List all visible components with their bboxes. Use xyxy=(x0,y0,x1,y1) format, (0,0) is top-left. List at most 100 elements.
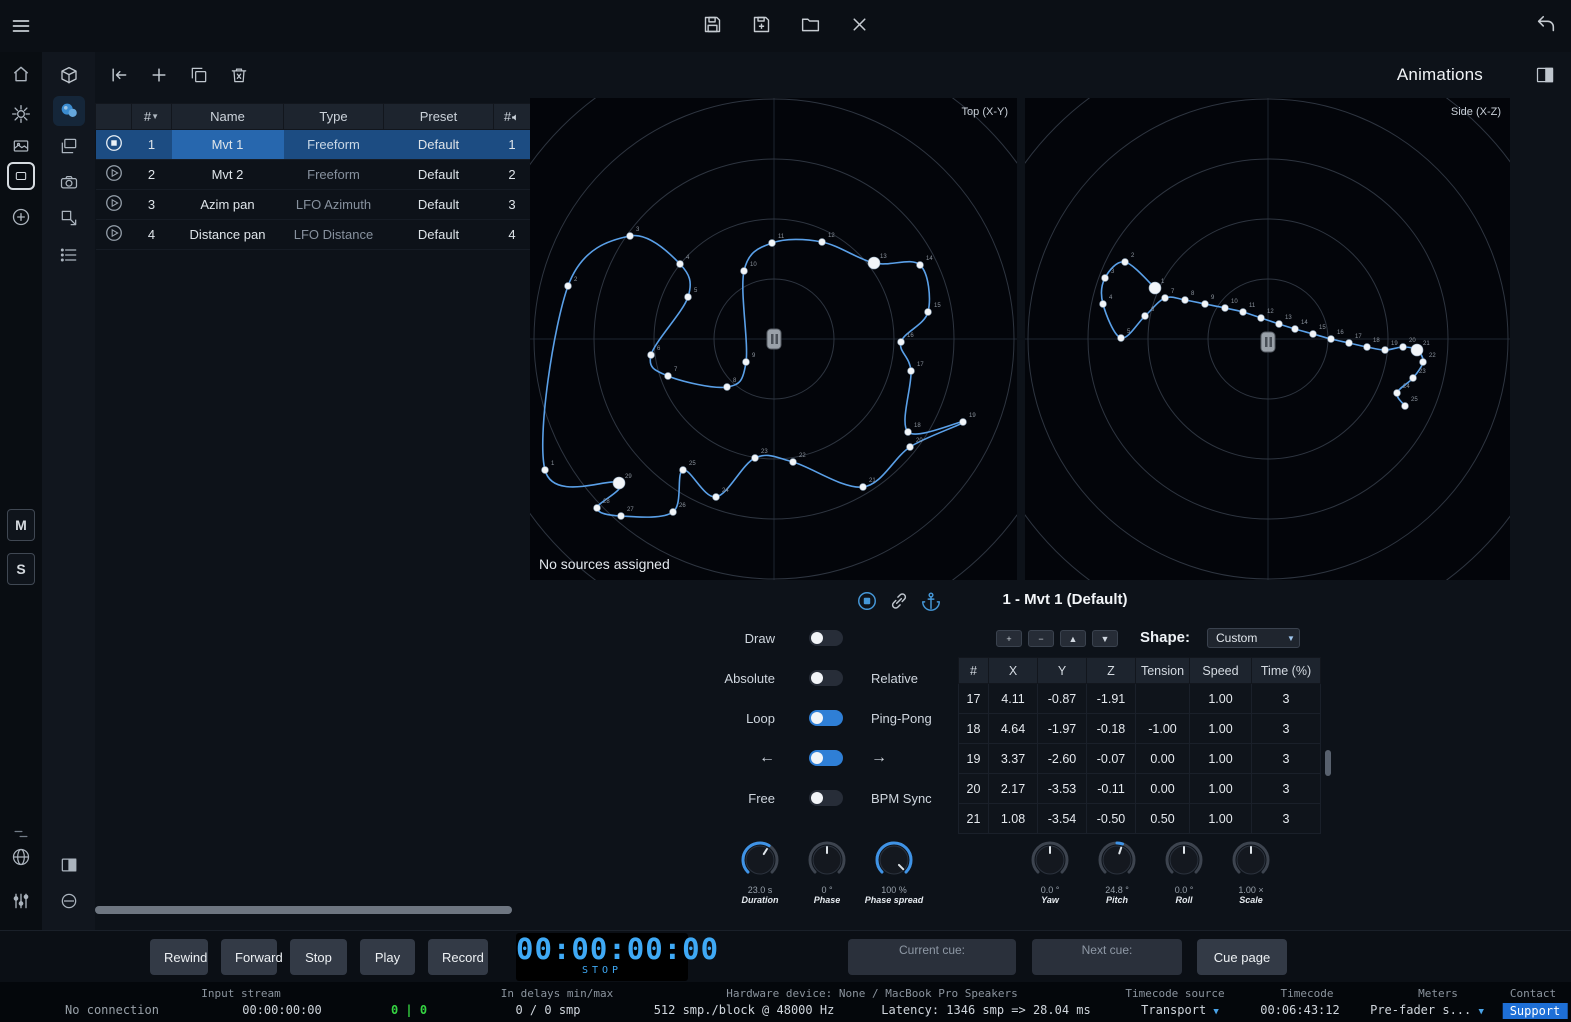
collapse-left-icon[interactable] xyxy=(109,65,129,85)
yaw-knob[interactable]: 0.0 ° Yaw xyxy=(1020,838,1080,905)
remove-point-button[interactable]: − xyxy=(1028,630,1054,647)
absolute-relative-toggle[interactable] xyxy=(809,670,843,686)
svg-text:29: 29 xyxy=(625,474,632,480)
side-view-canvas[interactable]: 1234567891011121314151617181920212223242… xyxy=(1025,98,1510,580)
row-play-button[interactable] xyxy=(104,231,124,246)
type-header[interactable]: Type xyxy=(284,104,384,130)
row-play-button[interactable] xyxy=(104,201,124,216)
svg-text:13: 13 xyxy=(880,254,887,260)
name-header[interactable]: Name xyxy=(172,104,284,130)
horizontal-scrollbar[interactable] xyxy=(95,906,512,914)
spatial-views: 1234567891011121314151617181920212223242… xyxy=(530,98,1571,580)
animation-row[interactable]: 4 Distance pan LFO Distance Default 4 xyxy=(96,220,531,250)
anchor-icon[interactable] xyxy=(920,590,942,612)
save-icon[interactable] xyxy=(702,14,723,35)
point-row[interactable]: 174.11-0.87-1.911.003 xyxy=(959,684,1321,714)
photos-icon[interactable] xyxy=(11,136,31,156)
solo-button[interactable]: S xyxy=(7,553,35,585)
output-header[interactable]: # xyxy=(494,104,531,130)
content-header: Animations xyxy=(95,52,1571,98)
svg-text:19: 19 xyxy=(969,413,976,419)
camera-icon[interactable] xyxy=(59,172,79,192)
free-bpmsync-toggle[interactable] xyxy=(809,790,843,806)
record-button[interactable]: Record xyxy=(428,939,488,975)
export-icon[interactable] xyxy=(59,208,79,228)
row-play-button[interactable] xyxy=(104,141,124,156)
cue-page-button[interactable]: Cue page xyxy=(1197,939,1287,975)
panel-split-icon[interactable] xyxy=(59,855,79,875)
center-handle[interactable] xyxy=(1261,332,1275,352)
svg-text:10: 10 xyxy=(750,262,757,268)
add-point-button[interactable]: + xyxy=(996,630,1022,647)
phase-spread-knob[interactable]: 100 % Phase spread xyxy=(864,838,924,905)
point-row[interactable]: 184.64-1.97-0.18-1.001.003 xyxy=(959,714,1321,744)
center-handle[interactable] xyxy=(767,329,781,349)
duplicate-icon[interactable] xyxy=(189,65,209,85)
side-view[interactable]: 1234567891011121314151617181920212223242… xyxy=(1025,98,1510,580)
draw-toggle[interactable] xyxy=(809,630,843,646)
points-scrollbar[interactable] xyxy=(1325,750,1331,776)
move-up-button[interactable]: ▲ xyxy=(1060,630,1086,647)
row-play-button[interactable] xyxy=(104,171,124,186)
list-icon[interactable] xyxy=(59,245,79,265)
pitch-knob[interactable]: 24.8 ° Pitch xyxy=(1087,838,1147,905)
loop-pingpong-toggle[interactable] xyxy=(809,710,843,726)
display-page-icon[interactable] xyxy=(7,162,35,190)
mute-button[interactable]: M xyxy=(7,509,35,541)
roll-knob[interactable]: 0.0 ° Roll xyxy=(1154,838,1214,905)
overflow-icon[interactable] xyxy=(11,828,31,840)
next-cue-field[interactable]: Next cue: xyxy=(1032,939,1182,975)
sort-desc-icon: ▼ xyxy=(151,112,159,121)
timecode-source-select[interactable]: Transport ▼ xyxy=(1141,1003,1219,1017)
svg-text:11: 11 xyxy=(1249,303,1256,309)
layers-icon[interactable] xyxy=(59,136,79,156)
animations-spheres-icon[interactable] xyxy=(53,96,85,126)
forward-button[interactable]: Forward xyxy=(221,939,277,975)
stop-button[interactable]: Stop xyxy=(290,939,347,975)
svg-text:14: 14 xyxy=(1301,320,1308,326)
animation-row[interactable]: 1 Mvt 1 Freeform Default 1 xyxy=(96,130,531,160)
play-button[interactable]: Play xyxy=(360,939,415,975)
animation-row[interactable]: 2 Mvt 2 Freeform Default 2 xyxy=(96,160,531,190)
move-down-button[interactable]: ▼ xyxy=(1092,630,1118,647)
stop-circle-icon[interactable] xyxy=(856,590,878,612)
rewind-button[interactable]: Rewind xyxy=(150,939,208,975)
mixer-icon[interactable] xyxy=(11,891,31,911)
drawer-icon[interactable] xyxy=(59,891,79,911)
direction-toggle[interactable] xyxy=(809,750,843,766)
svg-text:27: 27 xyxy=(627,507,634,513)
add-circle-icon[interactable] xyxy=(11,207,31,227)
delete-icon[interactable] xyxy=(229,65,249,85)
svg-text:17: 17 xyxy=(917,362,924,368)
scrollbar-thumb[interactable] xyxy=(95,906,512,914)
svg-text:5: 5 xyxy=(694,288,698,294)
undo-icon[interactable] xyxy=(1535,14,1557,36)
home-icon[interactable] xyxy=(11,64,31,84)
animation-row[interactable]: 3 Azim pan LFO Azimuth Default 3 xyxy=(96,190,531,220)
animations-list-panel: #▼ Name Type Preset # 1 Mvt 1 Freeform D… xyxy=(95,98,530,930)
add-animation-icon[interactable] xyxy=(149,65,169,85)
shape-dropdown[interactable]: Custom ▼ xyxy=(1207,628,1300,648)
close-icon[interactable] xyxy=(849,14,870,35)
point-row[interactable]: 202.17-3.53-0.110.001.003 xyxy=(959,774,1321,804)
open-folder-icon[interactable] xyxy=(800,14,821,35)
panel-toggle-icon[interactable] xyxy=(1535,65,1555,85)
top-view-canvas[interactable]: 1234567891011121314151617181920212223242… xyxy=(530,98,1017,580)
duration-knob[interactable]: 23.0 s Duration xyxy=(730,838,790,905)
phase-knob[interactable]: 0 ° Phase xyxy=(797,838,857,905)
meters-select[interactable]: Pre-fader s... ▼ xyxy=(1370,1003,1484,1017)
cube-icon[interactable] xyxy=(58,65,79,86)
point-row[interactable]: 193.37-2.60-0.070.001.003 xyxy=(959,744,1321,774)
current-cue-field[interactable]: Current cue: xyxy=(848,939,1016,975)
globe-icon[interactable] xyxy=(11,847,31,867)
save-as-icon[interactable] xyxy=(751,14,772,35)
scale-knob[interactable]: 1.00 × Scale xyxy=(1221,838,1281,905)
preset-header[interactable]: Preset xyxy=(384,104,494,130)
app-window: M S xyxy=(0,0,1571,1022)
settings-gear-icon[interactable] xyxy=(11,104,31,124)
point-row[interactable]: 211.08-3.54-0.500.501.003 xyxy=(959,804,1321,834)
sort-number-header[interactable]: #▼ xyxy=(132,104,172,130)
support-button[interactable]: Support xyxy=(1503,1003,1568,1019)
link-icon[interactable] xyxy=(888,590,910,612)
top-view[interactable]: 1234567891011121314151617181920212223242… xyxy=(530,98,1017,580)
